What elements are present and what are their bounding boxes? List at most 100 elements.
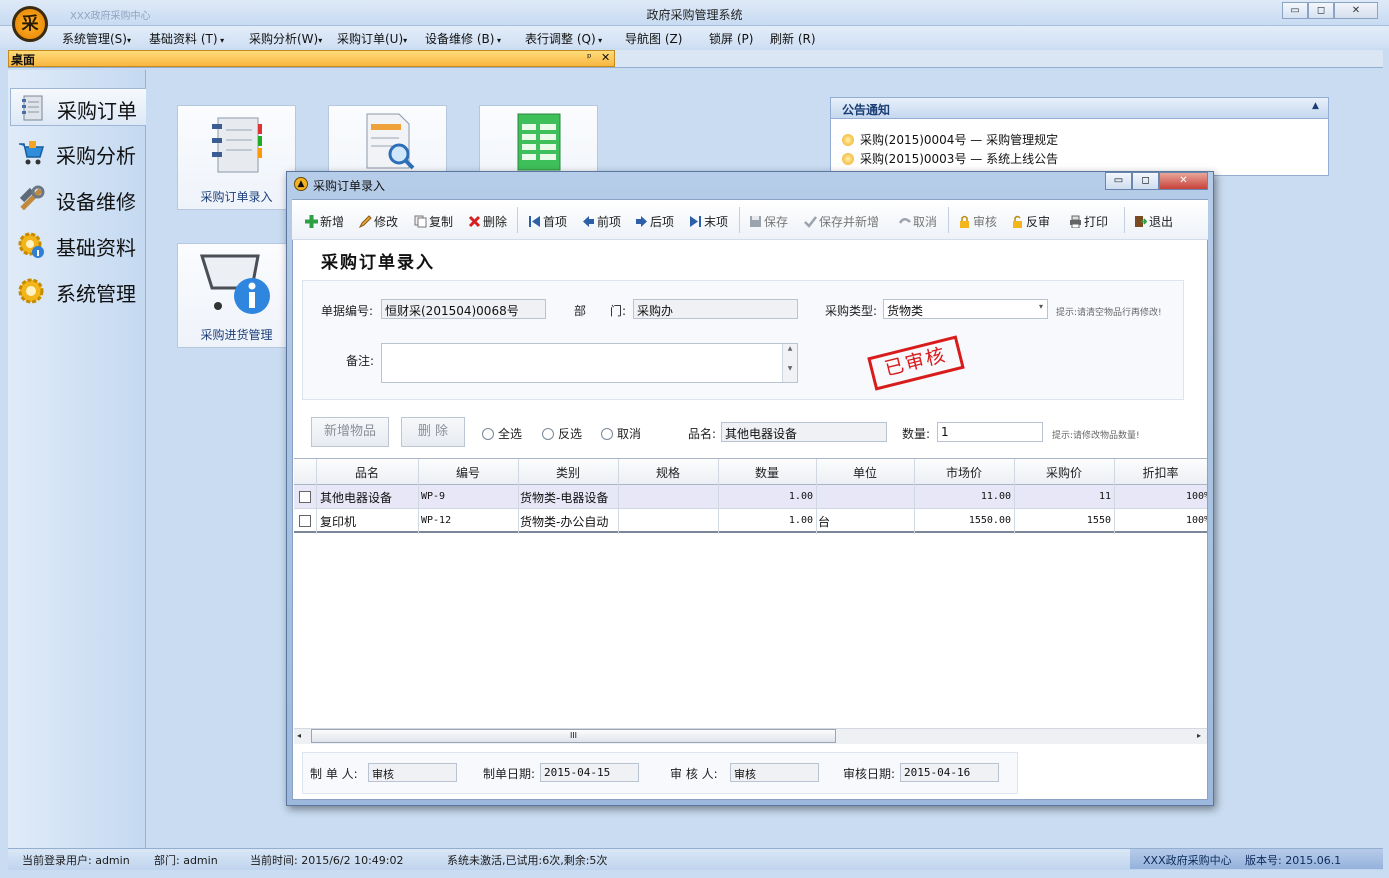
collapse-icon[interactable]: ▲ xyxy=(1312,101,1319,111)
maker-field[interactable]: 审核 xyxy=(368,763,457,782)
grid-divider xyxy=(518,459,519,534)
toolbar-separator xyxy=(517,207,518,233)
unaudit-button[interactable]: 反审 xyxy=(1011,213,1050,230)
auditor-field[interactable]: 审核 xyxy=(730,763,819,782)
qty-field[interactable]: 1 xyxy=(937,422,1043,442)
maximize-button[interactable]: ◻ xyxy=(1308,2,1334,19)
tile-label: 采购订单录入 xyxy=(200,190,273,204)
cell-name[interactable]: 复印机 xyxy=(320,513,416,530)
add-item-button[interactable]: 新增物品 xyxy=(311,417,389,447)
menu-orders[interactable]: 采购订单(U)▾ xyxy=(337,30,407,47)
menu-analysis[interactable]: 采购分析(W)▾ xyxy=(249,30,322,47)
menu-refresh[interactable]: 刷新 (R) xyxy=(770,30,816,47)
column-header[interactable]: 采购价 xyxy=(1014,464,1114,481)
menu-maintenance[interactable]: 设备维修 (B) ▾ xyxy=(425,30,501,47)
tile-order-entry[interactable]: 采购订单录入 xyxy=(177,105,296,210)
cell-market-price[interactable]: 11.00 xyxy=(914,491,1011,502)
cell-name[interactable]: 其他电器设备 xyxy=(320,489,416,506)
menu-lock[interactable]: 锁屏 (P) xyxy=(709,30,753,47)
cell-discount[interactable]: 100% xyxy=(1186,491,1207,502)
scroll-right-icon[interactable]: ▸ xyxy=(1197,731,1201,740)
scroll-left-icon[interactable]: ◂ xyxy=(297,731,301,740)
cell-category[interactable]: 货物类-电器设备 xyxy=(520,489,617,506)
menu-row-adjust[interactable]: 表行调整 (Q) ▾ xyxy=(525,30,602,47)
new-button[interactable]: 新增 xyxy=(305,213,344,230)
dept-field[interactable]: 采购办 xyxy=(633,299,798,319)
cell-unit[interactable]: 台 xyxy=(818,513,912,530)
sidebar-item-basic-data[interactable]: 基础资料 xyxy=(10,226,146,264)
auditor-label: 审 核 人: xyxy=(670,767,718,781)
row-checkbox[interactable] xyxy=(299,491,311,503)
column-header[interactable]: 规格 xyxy=(618,464,718,481)
pin-icon[interactable]: ᵖ xyxy=(587,51,592,64)
doc-no-label: 单据编号: xyxy=(321,304,374,318)
column-header[interactable]: 数量 xyxy=(718,464,816,481)
tile-purchase-stock[interactable]: 采购进货管理 xyxy=(177,243,296,348)
save-and-new-button[interactable]: 保存并新增 xyxy=(804,213,879,230)
cell-qty[interactable]: 1.00 xyxy=(718,491,813,502)
audit-date-label: 审核日期: xyxy=(843,767,896,781)
dialog-close-button[interactable]: ✕ xyxy=(1159,172,1208,190)
select-all-radio[interactable]: 全选 xyxy=(482,425,522,442)
tab-close-icon[interactable]: ✕ xyxy=(601,51,610,64)
cell-category[interactable]: 货物类-办公自动 xyxy=(520,513,617,530)
cell-discount[interactable]: 100% xyxy=(1186,515,1207,526)
doc-no-field[interactable]: 恒财采(201504)0068号 xyxy=(381,299,546,319)
make-date-field[interactable]: 2015-04-15 xyxy=(540,763,639,782)
column-header[interactable]: 折扣率 xyxy=(1114,464,1207,481)
tab-desktop[interactable] xyxy=(8,50,615,67)
item-name-field[interactable]: 其他电器设备 xyxy=(721,422,887,442)
edit-button[interactable]: 修改 xyxy=(359,213,398,230)
exit-button[interactable]: 退出 xyxy=(1134,213,1173,230)
remark-textarea[interactable] xyxy=(381,343,798,383)
column-header[interactable]: 品名 xyxy=(316,464,418,481)
delete-button[interactable]: 删除 xyxy=(468,213,507,230)
remark-scrollbar[interactable]: ▲ ▼ xyxy=(782,344,797,382)
make-date-label: 制单日期: xyxy=(483,767,536,781)
next-button[interactable]: 后项 xyxy=(635,213,674,230)
column-header[interactable]: 市场价 xyxy=(914,464,1014,481)
sidebar-item-maintenance[interactable]: 设备维修 xyxy=(10,180,146,218)
cell-qty[interactable]: 1.00 xyxy=(718,515,813,526)
column-header[interactable]: 单位 xyxy=(816,464,914,481)
prev-button[interactable]: 前项 xyxy=(582,213,621,230)
menu-basic-data[interactable]: 基础资料 (T) ▾ xyxy=(149,30,224,47)
cancel-button[interactable]: 取消 xyxy=(898,213,937,230)
row-checkbox[interactable] xyxy=(299,515,311,527)
copy-button[interactable]: 复制 xyxy=(414,213,453,230)
scroll-thumb[interactable]: III xyxy=(311,729,836,743)
tile-label: 采购进货管理 xyxy=(200,328,273,342)
menu-nav-map[interactable]: 导航图 (Z) xyxy=(625,30,682,47)
cell-market-price[interactable]: 1550.00 xyxy=(914,515,1011,526)
remark-label: 备注: xyxy=(346,354,375,368)
sidebar-item-orders[interactable]: 采购订单 xyxy=(10,88,146,126)
cell-code[interactable]: WP-12 xyxy=(421,515,516,526)
invert-select-radio[interactable]: 反选 xyxy=(542,425,582,442)
last-button[interactable]: 末项 xyxy=(689,213,728,230)
app-logo[interactable]: 采 xyxy=(12,6,48,42)
column-header[interactable]: 编号 xyxy=(418,464,518,481)
dialog-maximize-button[interactable]: ◻ xyxy=(1132,172,1159,190)
type-select[interactable]: 货物类 ▾ xyxy=(883,299,1048,319)
ghost-title: XXX政府采购中心 xyxy=(70,11,151,22)
deselect-radio[interactable]: 取消 xyxy=(601,425,641,442)
cell-purchase-price[interactable]: 1550 xyxy=(1014,515,1111,526)
cell-purchase-price[interactable]: 11 xyxy=(1014,491,1111,502)
delete-item-button[interactable]: 删 除 xyxy=(401,417,465,447)
first-button[interactable]: 首项 xyxy=(528,213,567,230)
gear-icon xyxy=(18,278,44,304)
column-header[interactable]: 类别 xyxy=(518,464,618,481)
minimize-button[interactable]: ▭ xyxy=(1282,2,1308,19)
audit-button[interactable]: 审核 xyxy=(958,213,997,230)
sidebar-item-analysis[interactable]: 采购分析 xyxy=(10,134,146,172)
close-button[interactable]: ✕ xyxy=(1334,2,1378,19)
notice-item[interactable]: 采购(2015)0004号 — 采购管理规定 xyxy=(842,131,1058,148)
audit-date-field[interactable]: 2015-04-16 xyxy=(900,763,999,782)
print-button[interactable]: 打印 xyxy=(1069,213,1108,230)
cell-code[interactable]: WP-9 xyxy=(421,491,516,502)
dialog-minimize-button[interactable]: ▭ xyxy=(1105,172,1132,190)
save-button[interactable]: 保存 xyxy=(749,213,788,230)
sidebar-item-system[interactable]: 系统管理 xyxy=(10,272,146,310)
menu-system[interactable]: 系统管理(S)▾ xyxy=(62,30,131,47)
notice-item[interactable]: 采购(2015)0003号 — 系统上线公告 xyxy=(842,150,1058,167)
